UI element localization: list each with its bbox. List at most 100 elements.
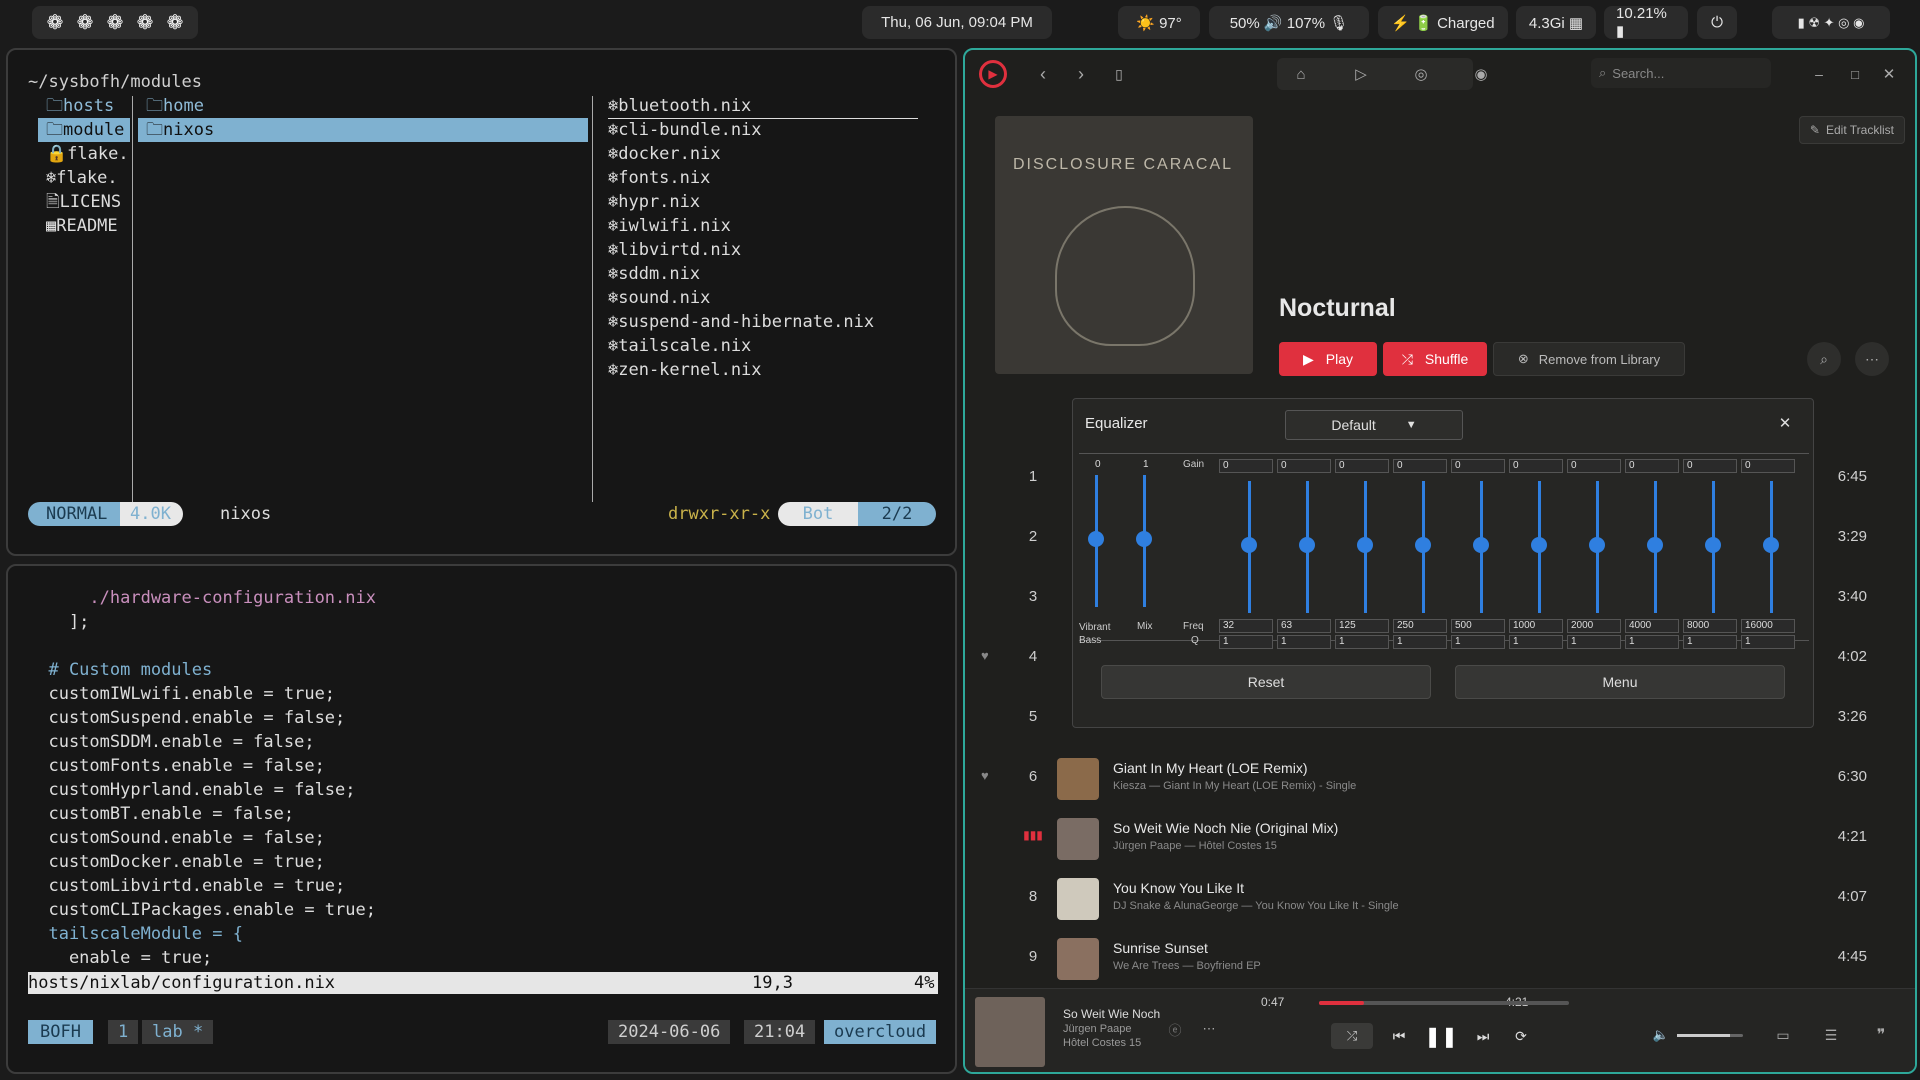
vibrant-bass-slider[interactable] bbox=[1088, 475, 1104, 607]
list-item[interactable]: ❄cli-bundle.nix bbox=[608, 118, 762, 142]
band-freq-input[interactable]: 1000 bbox=[1509, 619, 1563, 633]
list-item[interactable]: ❄docker.nix bbox=[608, 142, 721, 166]
editor-window[interactable]: ./hardware-configuration.nix ]; # Custom… bbox=[6, 564, 957, 1074]
slider-knob[interactable] bbox=[1763, 537, 1779, 553]
heart-icon[interactable]: ♥ bbox=[981, 648, 989, 663]
band-gain-input[interactable]: 0 bbox=[1277, 459, 1331, 473]
band-q-input[interactable]: 1 bbox=[1683, 635, 1737, 649]
list-item[interactable]: ❄bluetooth.nix bbox=[608, 94, 918, 119]
list-item[interactable]: ❄sound.nix bbox=[608, 286, 710, 310]
browse-icon[interactable]: ◎ bbox=[1407, 60, 1435, 88]
band-slider[interactable] bbox=[1531, 481, 1547, 613]
band-slider[interactable] bbox=[1705, 481, 1721, 613]
band-freq-input[interactable]: 125 bbox=[1335, 619, 1389, 633]
band-gain-input[interactable]: 0 bbox=[1393, 459, 1447, 473]
band-freq-input[interactable]: 63 bbox=[1277, 619, 1331, 633]
repeat-icon[interactable]: ⟳ bbox=[1505, 1023, 1537, 1049]
previous-icon[interactable]: ⏮ bbox=[1383, 1023, 1415, 1049]
lyrics-icon[interactable]: ❞ bbox=[1869, 1023, 1893, 1047]
close-icon[interactable]: ✕ bbox=[1773, 411, 1797, 435]
slider-knob[interactable] bbox=[1705, 537, 1721, 553]
audio-widget[interactable]: 50% 🔊 107% 🎙 bbox=[1209, 6, 1369, 39]
slider-knob[interactable] bbox=[1531, 537, 1547, 553]
equalizer-dialog[interactable]: Equalizer Default ▼ ✕ 0 1 Vibrant Bass M… bbox=[1072, 398, 1814, 728]
list-item[interactable]: 🔒flake. bbox=[46, 142, 129, 166]
band-gain-input[interactable]: 0 bbox=[1451, 459, 1505, 473]
memory-widget[interactable]: 4.3Gi ▦ bbox=[1516, 6, 1596, 39]
slider-knob[interactable] bbox=[1136, 531, 1152, 547]
band-gain-input[interactable]: 0 bbox=[1741, 459, 1795, 473]
track-row[interactable]: 9 Sunrise Sunset We Are Trees — Boyfrien… bbox=[965, 928, 1915, 988]
file-manager-window[interactable]: ~/sysbofh/modules 🗀hosts 🗀module 🔒flake.… bbox=[6, 48, 957, 556]
list-item[interactable]: ❄libvirtd.nix bbox=[608, 238, 741, 262]
band-freq-input[interactable]: 500 bbox=[1451, 619, 1505, 633]
band-gain-input[interactable]: 0 bbox=[1509, 459, 1563, 473]
slider-knob[interactable] bbox=[1473, 537, 1489, 553]
list-item[interactable]: ❄flake. bbox=[46, 166, 118, 190]
heart-icon[interactable]: ♥ bbox=[981, 768, 989, 783]
band-gain-input[interactable]: 0 bbox=[1683, 459, 1737, 473]
band-q-input[interactable]: 1 bbox=[1567, 635, 1621, 649]
slider-knob[interactable] bbox=[1589, 537, 1605, 553]
track-row-playing[interactable]: ▮▮▮ So Weit Wie Noch Nie (Original Mix) … bbox=[965, 808, 1915, 868]
sidebar-toggle-icon[interactable]: ▯ bbox=[1105, 60, 1133, 88]
track-row[interactable]: 8 You Know You Like It DJ Snake & AlunaG… bbox=[965, 868, 1915, 928]
remove-from-library-button[interactable]: ⊗ Remove from Library bbox=[1493, 342, 1685, 376]
search-input[interactable]: Search... bbox=[1612, 66, 1664, 81]
band-gain-input[interactable]: 0 bbox=[1625, 459, 1679, 473]
tmux-session[interactable]: BOFH bbox=[28, 1020, 93, 1044]
list-item[interactable]: ❄suspend-and-hibernate.nix bbox=[608, 310, 874, 334]
tmux-window-name[interactable]: lab * bbox=[142, 1020, 214, 1044]
band-q-input[interactable]: 1 bbox=[1335, 635, 1389, 649]
workspace-3-icon[interactable]: ❁ bbox=[104, 12, 126, 34]
volume-slider[interactable] bbox=[1677, 1034, 1743, 1037]
music-app-window[interactable]: ▶ ‹ › ▯ ⌂ ▷ ◎ ◉ ⌕ Search... – □ ✕ ✎ Edit… bbox=[963, 48, 1917, 1074]
band-slider[interactable] bbox=[1763, 481, 1779, 613]
system-tray[interactable]: ▮ ☢ ✦ ◎ ◉ bbox=[1772, 6, 1890, 39]
list-item[interactable]: ❄fonts.nix bbox=[608, 166, 710, 190]
band-gain-input[interactable]: 0 bbox=[1567, 459, 1621, 473]
search-tracks-icon[interactable]: ⌕ bbox=[1807, 342, 1841, 376]
band-freq-input[interactable]: 32 bbox=[1219, 619, 1273, 633]
band-freq-input[interactable]: 4000 bbox=[1625, 619, 1679, 633]
now-playing-icon[interactable]: ▷ bbox=[1347, 60, 1375, 88]
list-item[interactable]: 🗎LICENS bbox=[46, 190, 121, 214]
volume-icon[interactable]: 🔈 bbox=[1649, 1023, 1673, 1047]
shuffle-toggle-icon[interactable]: ⤮ bbox=[1331, 1023, 1373, 1049]
workspace-2-icon[interactable]: ❁ bbox=[74, 12, 96, 34]
band-q-input[interactable]: 1 bbox=[1741, 635, 1795, 649]
slider-knob[interactable] bbox=[1415, 537, 1431, 553]
workspace-4-icon[interactable]: ❁ bbox=[134, 12, 156, 34]
band-q-input[interactable]: 1 bbox=[1509, 635, 1563, 649]
slider-knob[interactable] bbox=[1241, 537, 1257, 553]
shuffle-button[interactable]: ⤮ Shuffle bbox=[1383, 342, 1487, 376]
list-item[interactable]: ❄hypr.nix bbox=[608, 190, 700, 214]
tmux-window-index[interactable]: 1 bbox=[108, 1020, 139, 1044]
pause-icon[interactable]: ❚❚ bbox=[1423, 1021, 1459, 1051]
radio-icon[interactable]: ◉ bbox=[1467, 60, 1495, 88]
list-item[interactable]: 🗀hosts bbox=[46, 94, 114, 118]
list-item[interactable]: ▦README bbox=[46, 214, 118, 238]
list-item[interactable]: ❄iwlwifi.nix bbox=[608, 214, 731, 238]
workspace-5-icon[interactable]: ❁ bbox=[164, 12, 186, 34]
reset-button[interactable]: Reset bbox=[1101, 665, 1431, 699]
band-q-input[interactable]: 1 bbox=[1277, 635, 1331, 649]
list-item-selected[interactable]: 🗀nixos bbox=[138, 118, 588, 142]
slider-knob[interactable] bbox=[1299, 537, 1315, 553]
play-button[interactable]: ▶ Play bbox=[1279, 342, 1377, 376]
cpu-widget[interactable]: 10.21% ▮ bbox=[1604, 5, 1688, 40]
band-slider[interactable] bbox=[1589, 481, 1605, 613]
power-icon[interactable]: ⏻ bbox=[1697, 6, 1737, 39]
list-item[interactable]: ❄sddm.nix bbox=[608, 262, 700, 286]
slider-knob[interactable] bbox=[1647, 537, 1663, 553]
list-item[interactable]: ❄tailscale.nix bbox=[608, 334, 751, 358]
next-icon[interactable]: ⏭ bbox=[1467, 1023, 1499, 1049]
list-item[interactable]: 🗀home bbox=[146, 94, 204, 118]
list-item[interactable]: ❄zen-kernel.nix bbox=[608, 358, 762, 382]
cast-icon[interactable]: ▭ bbox=[1771, 1023, 1795, 1047]
workspace-switcher[interactable]: ❁ ❁ ❁ ❁ ❁ bbox=[32, 6, 198, 39]
battery-widget[interactable]: ⚡ 🔋 Charged bbox=[1378, 6, 1508, 39]
band-q-input[interactable]: 1 bbox=[1219, 635, 1273, 649]
band-gain-input[interactable]: 0 bbox=[1219, 459, 1273, 473]
band-q-input[interactable]: 1 bbox=[1451, 635, 1505, 649]
